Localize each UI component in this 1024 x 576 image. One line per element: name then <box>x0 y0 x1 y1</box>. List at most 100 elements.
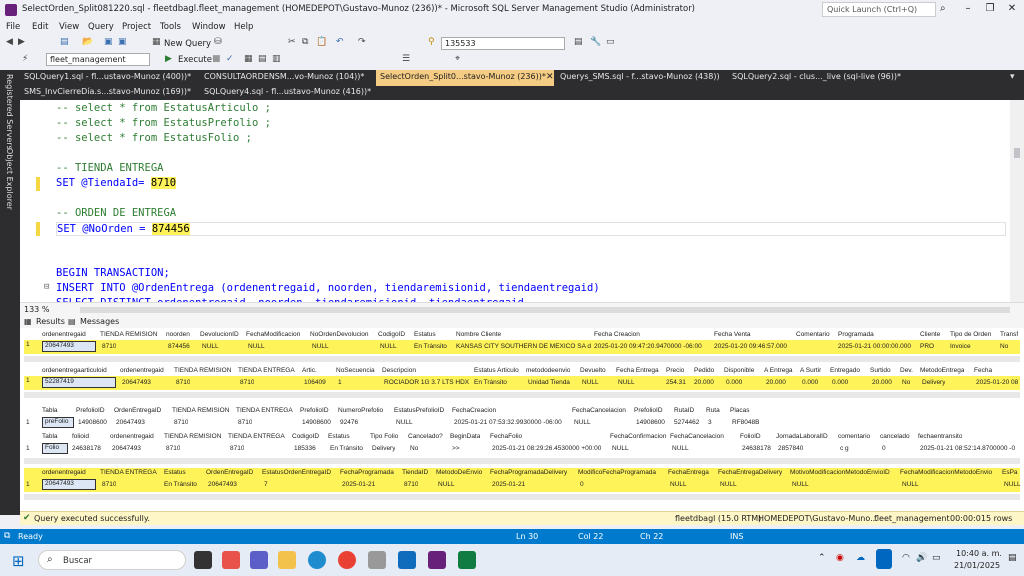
column-header[interactable]: Tipo Folio <box>370 433 398 440</box>
table-cell[interactable]: 2025-01-20 09:47:20.9470000 -06:00 <box>594 343 702 350</box>
table-cell[interactable]: NULL <box>582 379 599 386</box>
table-cell[interactable]: 8710 <box>176 379 190 386</box>
redo-icon[interactable]: ↷ <box>358 37 366 47</box>
table-cell[interactable]: 7 <box>264 481 268 488</box>
column-header[interactable]: TIENDA REMISIÓN <box>100 331 157 338</box>
table-cell[interactable]: 2025-01-21 08:52:14.8700000 -0 <box>920 445 1015 452</box>
tray-chevron-icon[interactable]: ⌃ <box>818 553 826 563</box>
tab-overflow-icon[interactable]: ▾ <box>1010 72 1015 82</box>
table-cell[interactable]: NULL <box>720 481 737 488</box>
table-cell[interactable]: En Tránsito <box>164 481 197 488</box>
column-header[interactable]: metododeenvio <box>526 367 570 374</box>
column-header[interactable]: TIENDA ENTREGA <box>228 433 285 440</box>
grid-scrollbar[interactable] <box>24 458 1020 464</box>
table-cell[interactable]: NULL <box>396 419 413 426</box>
table-cell[interactable]: 24638178 <box>742 445 771 452</box>
table-cell[interactable]: Folio <box>42 443 68 454</box>
column-header[interactable]: FechaProgramada <box>340 469 394 476</box>
table-cell[interactable]: 8710 <box>230 445 244 452</box>
table-cell[interactable]: 2025-01-21 <box>342 481 375 488</box>
onedrive-icon[interactable]: ☁ <box>856 553 865 563</box>
table-cell[interactable]: c g <box>840 445 849 452</box>
table-cell[interactable]: Delivery <box>922 379 945 386</box>
table-cell[interactable]: RF8048B <box>732 419 759 426</box>
column-header[interactable]: cancelado <box>880 433 910 440</box>
table-cell[interactable]: 874456 <box>168 343 190 350</box>
column-header[interactable]: ordenentregaarticuloid <box>42 367 107 374</box>
column-header[interactable]: Tipo de Orden <box>950 331 991 338</box>
table-cell[interactable]: NULL <box>618 379 635 386</box>
column-header[interactable]: ordenentregaid <box>42 469 86 476</box>
column-header[interactable]: noorden <box>166 331 190 338</box>
column-header[interactable]: NoSecuencia <box>336 367 375 374</box>
database-query-icon[interactable]: ⛁ <box>214 37 222 47</box>
column-header[interactable]: TIENDA ENTREGA <box>236 407 293 414</box>
grid-scrollbar[interactable] <box>24 494 1020 500</box>
connect-icon[interactable]: ⚡ <box>22 54 28 64</box>
table-cell[interactable]: 8710 <box>240 379 254 386</box>
zoom-level[interactable]: 133 % <box>24 305 49 314</box>
quick-launch-search-icon[interactable]: ⌕ <box>940 3 946 14</box>
undo-icon[interactable]: ↶ <box>336 37 344 47</box>
results-grid-icon[interactable]: ▦ <box>244 54 253 64</box>
table-cell[interactable]: 8710 <box>166 445 180 452</box>
table-cell[interactable]: 3 <box>708 419 712 426</box>
column-header[interactable]: Placas <box>730 407 750 414</box>
battery-icon[interactable]: ▭ <box>932 553 941 563</box>
table-cell[interactable]: 0.000 <box>726 379 742 386</box>
table-cell[interactable]: Invoice <box>950 343 971 350</box>
skype-icon[interactable] <box>222 551 240 569</box>
table-cell[interactable]: 8710 <box>174 419 188 426</box>
scroll-thumb[interactable] <box>1014 148 1020 158</box>
cut-icon[interactable]: ✂ <box>288 37 296 47</box>
menu-view[interactable]: View <box>59 22 79 32</box>
tray-app-icon[interactable]: ◉ <box>836 553 844 563</box>
table-cell[interactable]: 0.000 <box>832 379 848 386</box>
app-icon[interactable] <box>368 551 386 569</box>
column-header[interactable]: TIENDA REMISIÓN <box>172 407 229 414</box>
column-header[interactable]: TiendaID <box>402 469 428 476</box>
column-header[interactable]: Nombre Cliente <box>456 331 501 338</box>
mic-icon[interactable] <box>876 549 892 569</box>
column-header[interactable]: EstatusOrdenEntregaID <box>262 469 331 476</box>
taskbar-search-box[interactable]: ⌕ Buscar <box>38 550 186 570</box>
menu-file[interactable]: File <box>6 22 20 32</box>
table-row[interactable]: 1 preFolio 14908600 20647493 8710 8710 1… <box>24 416 1020 430</box>
table-row[interactable]: 1 Folio 24638178 20647493 8710 8710 1853… <box>24 442 1020 456</box>
column-header[interactable]: FechaProgramadaDelivery <box>490 469 567 476</box>
menu-tools[interactable]: Tools <box>160 22 181 32</box>
chrome-icon[interactable] <box>338 551 356 569</box>
copy-icon[interactable]: ⧉ <box>302 37 308 47</box>
table-cell[interactable]: 20647493 <box>208 481 237 488</box>
execute-button[interactable]: Execute <box>178 55 212 65</box>
outlook-icon[interactable] <box>398 551 416 569</box>
column-header[interactable]: FechaFolio <box>490 433 522 440</box>
comment-icon[interactable]: ☰ <box>402 54 410 64</box>
column-header[interactable]: MotivoModificacionMetodoEnvioID <box>790 469 890 476</box>
parse-icon[interactable]: ✓ <box>226 54 234 64</box>
execute-icon[interactable]: ▶ <box>165 54 172 64</box>
table-cell[interactable]: 20647493 <box>116 419 145 426</box>
menu-query[interactable]: Query <box>88 22 114 32</box>
column-header[interactable]: Precio <box>666 367 684 374</box>
column-header[interactable]: MetodoDeEnvio <box>436 469 482 476</box>
column-header[interactable]: A Surtir <box>800 367 821 374</box>
table-cell[interactable]: 2025-01-21 07:53:32.9930000 -06:00 <box>454 419 562 426</box>
column-header[interactable]: EstatusPrefolioID <box>394 407 444 414</box>
forward-icon[interactable]: ▶ <box>18 37 25 47</box>
column-header[interactable]: Fecha <box>974 367 992 374</box>
table-cell[interactable]: 20647493 <box>112 445 141 452</box>
new-query-button[interactable]: New Query <box>164 39 211 49</box>
column-header[interactable]: ordenentregaid <box>110 433 154 440</box>
volume-icon[interactable]: 🔊 <box>916 553 927 563</box>
table-cell[interactable]: NULL <box>380 343 397 350</box>
teams-icon[interactable] <box>250 551 268 569</box>
maximize-icon[interactable]: ❐ <box>980 3 1000 14</box>
table-cell[interactable]: 106409 <box>304 379 326 386</box>
column-header[interactable]: FechaCancelacion <box>670 433 724 440</box>
column-header[interactable]: RutaID <box>674 407 694 414</box>
column-header[interactable]: Devuelto <box>580 367 606 374</box>
table-cell[interactable]: 2025-01-20 08 <box>976 379 1018 386</box>
table-cell[interactable]: 0 <box>882 445 886 452</box>
column-header[interactable]: Surtido <box>870 367 891 374</box>
